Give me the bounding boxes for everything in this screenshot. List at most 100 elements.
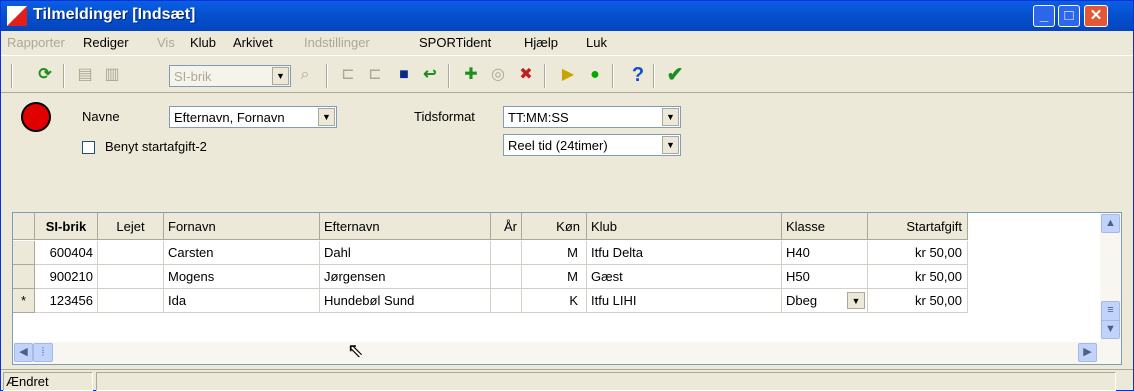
startafgift2-checkbox[interactable]	[82, 141, 95, 154]
toolbar-divider	[326, 64, 328, 88]
col-header[interactable]: SI-brik	[35, 213, 98, 240]
menu-sportident[interactable]: SPORTident	[419, 35, 491, 50]
scroll-thumb[interactable]: ⦙	[33, 343, 53, 362]
toolbar-divider	[653, 64, 655, 88]
table-cell[interactable]	[491, 289, 522, 313]
paste-icon[interactable]: ▥	[101, 64, 123, 86]
tidstype-select[interactable]: Reel tid (24timer) ▼	[503, 134, 681, 156]
chevron-down-icon: ▼	[272, 67, 289, 85]
toolbar-divider	[544, 64, 546, 88]
scroll-down-icon[interactable]: ▼	[1101, 320, 1120, 339]
tidstype-select-value: Reel tid (24timer)	[508, 138, 608, 153]
delete-icon[interactable]: ✖	[515, 64, 537, 86]
circle-icon[interactable]: ◎	[487, 64, 509, 86]
menu-rediger[interactable]: Rediger	[83, 35, 129, 50]
main-window: Tilmeldinger [Indsæt] _ □ ✕ Rapporter Re…	[0, 0, 1134, 391]
col-header[interactable]: Fornavn	[164, 213, 320, 240]
table-cell[interactable]: Gæst	[587, 265, 782, 289]
table-cell[interactable]: Mogens	[164, 265, 320, 289]
scroll-right-icon[interactable]: ▶	[1078, 343, 1097, 362]
status-pane	[96, 372, 1116, 391]
table-cell[interactable]: K	[522, 289, 587, 313]
menu-klub[interactable]: Klub	[190, 35, 216, 50]
refresh-icon[interactable]: ⟳	[34, 64, 56, 86]
horizontal-scrollbar[interactable]: ◀ ⦙ ▶	[13, 342, 1100, 364]
table-cell[interactable]: Jørgensen	[320, 265, 491, 289]
save-icon[interactable]: ■	[393, 64, 415, 86]
tidsformat-select-value: TT:MM:SS	[508, 110, 569, 125]
minimize-button[interactable]: _	[1033, 5, 1055, 27]
align-icon[interactable]: ⊏	[337, 64, 359, 86]
toolbar: ⟳ ▤ ▥ SI-brik ▼ ⌕ ⊏ ⊏ ■ ↩ ✚ ◎ ✖ ▶ ● ? ✔	[1, 55, 1133, 93]
toolbar-divider	[63, 64, 65, 88]
chevron-down-icon: ▼	[662, 136, 679, 154]
maximize-button[interactable]: □	[1058, 5, 1080, 27]
tidsformat-select[interactable]: TT:MM:SS ▼	[503, 106, 681, 128]
si-brik-select[interactable]: SI-brik ▼	[169, 65, 291, 87]
close-button[interactable]: ✕	[1084, 5, 1108, 27]
table-cell[interactable]: M	[522, 265, 587, 289]
table-cell[interactable]: H40	[782, 241, 868, 265]
table-cell[interactable]: Itfu LIHI	[587, 289, 782, 313]
chevron-down-icon[interactable]: ▼	[847, 292, 865, 309]
col-header[interactable]: Klasse	[782, 213, 868, 240]
table-cell[interactable]: M	[522, 241, 587, 265]
table-cell[interactable]	[491, 241, 522, 265]
row-header[interactable]	[13, 241, 35, 265]
status-indicator-icon	[21, 102, 51, 132]
table-cell[interactable]: kr 50,00	[868, 241, 968, 265]
table-cell[interactable]: Hundebøl Sund	[320, 289, 491, 313]
check-icon[interactable]: ✔	[664, 64, 686, 86]
help-icon[interactable]: ?	[627, 64, 649, 86]
title-bar[interactable]: Tilmeldinger [Indsæt] _ □ ✕	[1, 1, 1133, 31]
table-cell[interactable]: kr 50,00	[868, 265, 968, 289]
scroll-left-icon[interactable]: ◀	[14, 343, 33, 362]
klasse-editor[interactable]: Dbeg ▼	[782, 289, 868, 313]
table-cell[interactable]	[491, 265, 522, 289]
toolbar-divider	[612, 64, 614, 88]
entries-table: SI-brik Lejet Fornavn Efternavn År Køn K…	[12, 212, 1122, 365]
menu-bar: Rapporter Rediger Vis Klub Arkivet Indst…	[1, 32, 1133, 54]
table-cell[interactable]: Itfu Delta	[587, 241, 782, 265]
table-cell[interactable]	[98, 241, 164, 265]
col-header[interactable]: Lejet	[98, 213, 164, 240]
menu-rapporter[interactable]: Rapporter	[7, 35, 65, 50]
table-cell[interactable]: 600404	[35, 241, 98, 265]
table-cell[interactable]: kr 50,00	[868, 289, 968, 313]
toolbar-divider	[11, 64, 13, 88]
col-header[interactable]: År	[491, 213, 522, 240]
col-header[interactable]: Startafgift	[868, 213, 968, 240]
gate-icon[interactable]: ▶	[557, 64, 579, 86]
chevron-down-icon: ▼	[662, 108, 679, 126]
menu-vis[interactable]: Vis	[157, 35, 175, 50]
row-header[interactable]	[13, 265, 35, 289]
table-cell[interactable]: Ida	[164, 289, 320, 313]
go-icon[interactable]: ●	[584, 64, 606, 86]
add-icon[interactable]: ✚	[460, 64, 482, 86]
scroll-up-icon[interactable]: ▲	[1101, 214, 1120, 233]
table-cell[interactable]	[98, 289, 164, 313]
menu-arkivet[interactable]: Arkivet	[233, 35, 273, 50]
table-cell[interactable]: 123456	[35, 289, 98, 313]
copy-icon[interactable]: ▤	[74, 64, 96, 86]
col-header[interactable]: Klub	[587, 213, 782, 240]
status-text: Ændret	[3, 372, 93, 391]
app-icon	[7, 6, 27, 26]
menu-luk[interactable]: Luk	[586, 35, 607, 50]
align2-icon[interactable]: ⊏	[364, 64, 386, 86]
col-header[interactable]: Efternavn	[320, 213, 491, 240]
table-cell[interactable]: Dahl	[320, 241, 491, 265]
table-cell[interactable]: Carsten	[164, 241, 320, 265]
zoom-icon[interactable]: ⌕	[294, 64, 316, 86]
row-header[interactable]: *	[13, 289, 35, 313]
col-header[interactable]: Køn	[522, 213, 587, 240]
si-brik-select-value: SI-brik	[174, 69, 212, 84]
navne-select[interactable]: Efternavn, Fornavn ▼	[169, 106, 337, 128]
table-cell[interactable]: 900210	[35, 265, 98, 289]
table-cell[interactable]: H50	[782, 265, 868, 289]
menu-hjaelp[interactable]: Hjælp	[524, 35, 558, 50]
undo-icon[interactable]: ↩	[419, 64, 441, 86]
table-cell[interactable]	[98, 265, 164, 289]
vertical-scrollbar[interactable]: ▲ ≡ ▼	[1100, 213, 1121, 364]
menu-indstillinger[interactable]: Indstillinger	[304, 35, 370, 50]
